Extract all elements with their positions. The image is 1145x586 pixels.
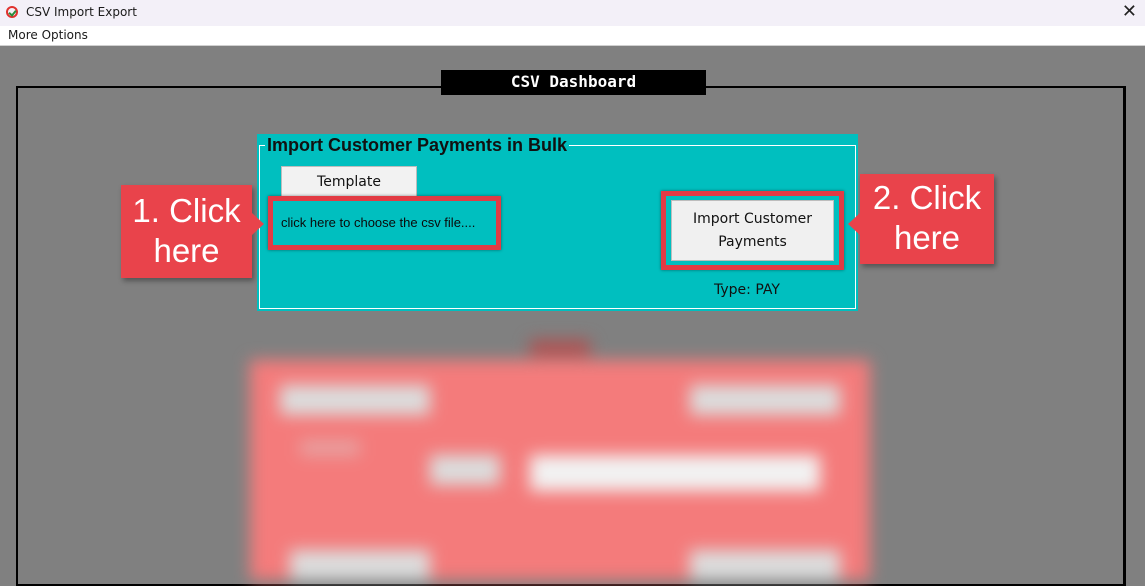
callout-step2-pointer <box>848 213 860 235</box>
blurred-field-2 <box>530 455 820 491</box>
close-icon[interactable]: ✕ <box>1122 2 1137 22</box>
blurred-button-1 <box>280 385 430 415</box>
blurred-button-3 <box>290 550 430 580</box>
template-button[interactable]: Template <box>281 166 417 197</box>
callout-step2-line1: 2. Click <box>872 179 982 216</box>
blurred-button-2 <box>690 385 840 415</box>
app-logo-icon <box>6 6 18 18</box>
blurred-card <box>250 360 870 580</box>
blurred-button-4 <box>690 550 840 580</box>
type-label: Type: PAY <box>714 282 780 298</box>
title-bar: CSV Import Export ✕ <box>0 0 1145 27</box>
menu-more-options[interactable]: More Options <box>8 28 88 42</box>
callout-step1-line1: 1. Click <box>132 192 241 229</box>
panel-title: Import Customer Payments in Bulk <box>265 134 570 156</box>
import-button-label: Import Customer Payments <box>693 210 812 250</box>
csv-file-placeholder[interactable]: click here to choose the csv file.... <box>281 215 475 230</box>
callout-step1: 1. Click here <box>121 185 252 278</box>
blurred-title-bar <box>530 340 590 356</box>
menu-bar: More Options <box>0 26 1145 46</box>
callout-step2-line2: here <box>893 219 961 256</box>
callout-step2: 2. Click here <box>860 174 994 264</box>
blurred-field-1 <box>430 455 500 485</box>
import-customer-payments-button[interactable]: Import Customer Payments <box>671 200 834 261</box>
callout-step1-line2: here <box>153 232 220 269</box>
window-title: CSV Import Export <box>26 5 137 19</box>
blurred-label <box>300 440 360 456</box>
callout-step1-pointer <box>252 213 264 235</box>
dashboard-title: CSV Dashboard <box>441 70 706 95</box>
blurred-section <box>240 340 880 580</box>
